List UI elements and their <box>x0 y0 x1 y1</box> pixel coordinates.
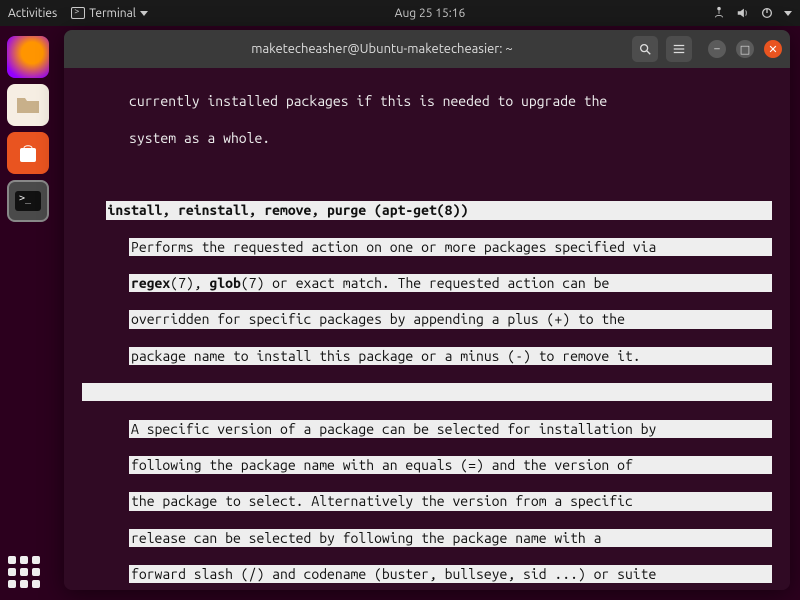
man-text: A specific version of a package can be s… <box>129 420 772 438</box>
man-text: release can be selected by following the… <box>129 529 772 547</box>
system-tray[interactable] <box>712 6 792 20</box>
dock-terminal[interactable] <box>7 180 49 222</box>
dock-files[interactable] <box>7 84 49 126</box>
terminal-window: maketecheasher@Ubuntu-maketecheasier: ~ … <box>64 30 790 590</box>
app-menu-label: Terminal <box>89 7 136 20</box>
man-text: regex(7), glob(7) or exact match. The re… <box>129 274 772 292</box>
close-button[interactable]: ✕ <box>764 40 782 58</box>
man-text: the package to select. Alternatively the… <box>129 492 772 510</box>
search-button[interactable] <box>632 36 658 62</box>
hamburger-icon <box>672 42 686 56</box>
window-title: maketecheasher@Ubuntu-maketecheasier: ~ <box>140 42 624 56</box>
dock-firefox[interactable] <box>7 36 49 78</box>
maximize-button[interactable]: □ <box>736 40 754 58</box>
dock <box>4 30 52 222</box>
terminal-icon <box>71 7 85 19</box>
power-icon <box>760 6 774 20</box>
activities-button[interactable]: Activities <box>8 7 57 20</box>
man-section-header: install, reinstall, remove, purge (apt-g… <box>106 201 772 219</box>
app-menu[interactable]: Terminal <box>71 7 148 20</box>
show-applications-button[interactable] <box>8 556 44 592</box>
network-icon <box>712 6 726 20</box>
dock-ubuntu-software[interactable] <box>7 132 49 174</box>
man-text: currently installed packages if this is … <box>129 92 772 110</box>
hamburger-menu-button[interactable] <box>666 36 692 62</box>
gnome-topbar: Activities Terminal Aug 25 15:16 <box>0 0 800 26</box>
folder-icon <box>16 95 40 115</box>
minimize-button[interactable]: – <box>708 40 726 58</box>
bag-icon <box>17 142 39 164</box>
search-icon <box>638 42 652 56</box>
man-text: overridden for specific packages by appe… <box>129 310 772 328</box>
chevron-down-icon <box>140 11 148 16</box>
man-text: package name to install this package or … <box>129 347 772 365</box>
man-text: Performs the requested action on one or … <box>129 238 772 256</box>
man-text: system as a whole. <box>129 129 772 147</box>
titlebar: maketecheasher@Ubuntu-maketecheasier: ~ … <box>64 30 790 68</box>
volume-icon <box>736 6 750 20</box>
terminal-content[interactable]: currently installed packages if this is … <box>64 68 790 590</box>
terminal-icon <box>15 191 41 211</box>
man-text: forward slash (/) and codename (buster, … <box>129 565 772 583</box>
chevron-down-icon <box>784 11 792 16</box>
clock[interactable]: Aug 25 15:16 <box>148 7 712 20</box>
man-text: following the package name with an equal… <box>129 456 772 474</box>
